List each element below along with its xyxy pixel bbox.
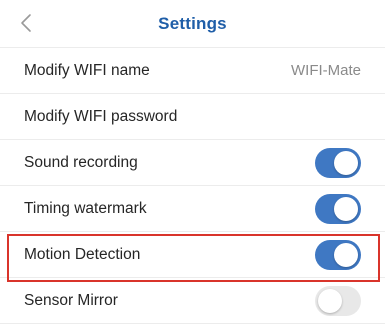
wifi-password-row[interactable]: Modify WIFI password — [0, 94, 385, 140]
sensor-mirror-label: Sensor Mirror — [24, 291, 118, 309]
motion-detection-toggle[interactable] — [315, 239, 361, 270]
sound-recording-toggle[interactable] — [315, 147, 361, 178]
timing-watermark-row: Timing watermark — [0, 186, 385, 232]
wifi-password-label: Modify WIFI password — [24, 107, 178, 125]
motion-detection-label: Motion Detection — [24, 245, 141, 263]
wifi-name-value: WIFI-Mate — [291, 62, 361, 79]
sound-recording-row: Sound recording — [0, 140, 385, 186]
toggle-knob — [334, 150, 358, 175]
sensor-mirror-row: Sensor Mirror — [0, 278, 385, 324]
wifi-name-row[interactable]: Modify WIFI name WIFI-Mate — [0, 48, 385, 94]
chevron-left-icon — [21, 14, 31, 32]
top-bar: Settings — [0, 0, 385, 48]
sensor-mirror-toggle[interactable] — [315, 285, 361, 316]
motion-detection-row: Motion Detection — [0, 232, 385, 278]
toggle-knob — [334, 242, 358, 267]
toggle-knob — [318, 288, 342, 313]
back-button[interactable] — [14, 10, 38, 36]
settings-list: Modify WIFI name WIFI-Mate Modify WIFI p… — [0, 48, 385, 324]
timing-watermark-label: Timing watermark — [24, 199, 147, 217]
wifi-name-label: Modify WIFI name — [24, 61, 150, 79]
toggle-knob — [334, 196, 358, 221]
sound-recording-label: Sound recording — [24, 153, 138, 171]
page-title: Settings — [158, 13, 227, 33]
timing-watermark-toggle[interactable] — [315, 193, 361, 224]
